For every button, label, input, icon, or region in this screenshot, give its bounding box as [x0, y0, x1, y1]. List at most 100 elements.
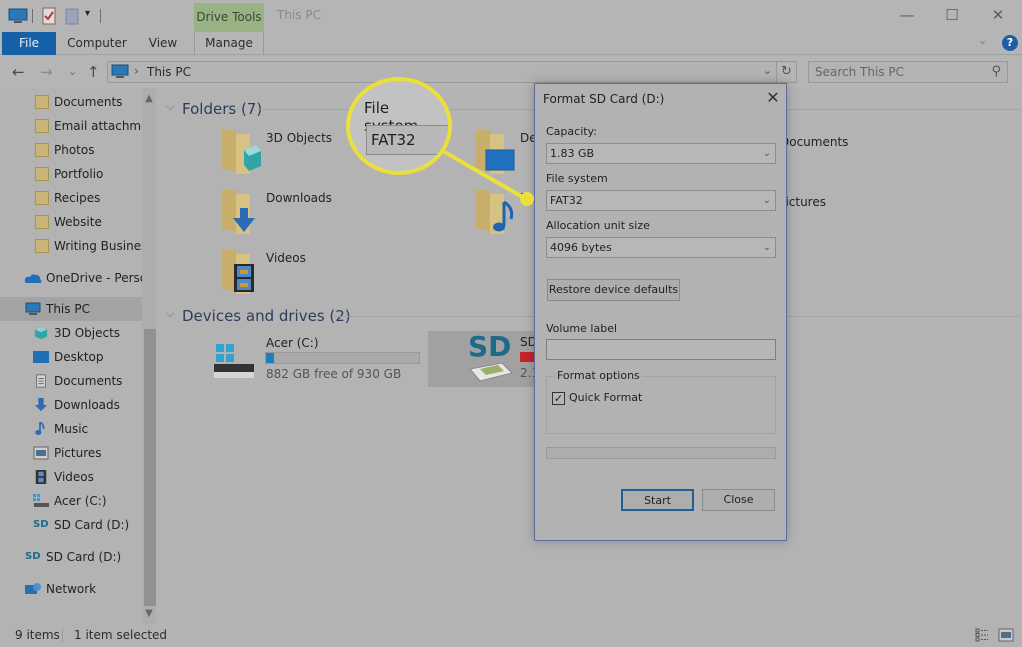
up-button[interactable]: ↑: [87, 63, 100, 81]
sidebar-item-recipes[interactable]: Recipes: [0, 186, 142, 210]
selection-count: 1 item selected: [74, 628, 168, 642]
folder-icon: [35, 191, 49, 205]
maximize-button[interactable]: ☐: [929, 4, 975, 26]
folder-icon: [35, 119, 49, 133]
sidebar-item-photos[interactable]: Photos: [0, 138, 142, 162]
ribbon-expand-icon[interactable]: ⌄: [978, 34, 987, 47]
sidebar-item-videos[interactable]: Videos: [0, 465, 142, 489]
drive-usage-bar: [265, 352, 420, 364]
folder-icon: [35, 143, 49, 157]
sidebar-item-sd-card[interactable]: SD SD Card (D:): [0, 545, 142, 569]
tab-file[interactable]: File: [2, 32, 56, 55]
sidebar-item-sd-card-child[interactable]: SD SD Card (D:): [0, 513, 142, 537]
item-count: 9 items: [15, 628, 60, 642]
quick-format-label[interactable]: Quick Format: [569, 391, 642, 404]
capacity-label: Capacity:: [546, 125, 597, 138]
quick-format-checkbox[interactable]: ✓: [552, 392, 565, 405]
folders-group-header[interactable]: Folders (7): [182, 100, 262, 118]
allocation-unit-label: Allocation unit size: [546, 219, 650, 232]
devices-group-header[interactable]: Devices and drives (2): [182, 307, 351, 325]
address-dropdown-icon[interactable]: ⌄: [763, 64, 772, 77]
sidebar-item-acer-c[interactable]: Acer (C:): [0, 489, 142, 513]
sidebar-item-downloads[interactable]: Downloads: [0, 393, 142, 417]
sidebar-item-email-attachments[interactable]: Email attachmer: [0, 114, 142, 138]
properties-icon[interactable]: [40, 7, 58, 25]
breadcrumb-this-pc[interactable]: This PC: [147, 65, 191, 79]
address-bar[interactable]: › This PC ⌄: [107, 61, 777, 83]
drive-tile-sd-card[interactable]: SD SD Card (D:) 2.1: [428, 330, 539, 387]
dialog-close-icon[interactable]: ✕: [763, 88, 783, 107]
desktop-folder-icon: [476, 130, 515, 174]
drive-tile-acer-c[interactable]: Acer (C:) 882 GB free of 930 GB: [210, 332, 422, 388]
status-separator: [62, 629, 63, 642]
forward-button[interactable]: →: [40, 63, 53, 81]
restore-defaults-button[interactable]: Restore device defaults: [547, 279, 680, 301]
minimize-button[interactable]: —: [884, 4, 930, 26]
format-options-label: Format options: [555, 369, 642, 382]
scroll-down-arrow[interactable]: ▼: [142, 608, 156, 619]
sidebar-item-this-pc[interactable]: This PC: [0, 297, 142, 321]
navigation-pane: Documents Email attachmer Photos Portfol…: [0, 88, 158, 624]
collapse-folders-icon[interactable]: ⌵: [166, 100, 174, 114]
computer-icon[interactable]: [8, 7, 28, 25]
tab-manage[interactable]: Manage: [194, 32, 264, 55]
network-icon: [25, 583, 41, 594]
downloads-icon: [34, 398, 48, 412]
card-reader-icon: [469, 362, 513, 382]
folder-tile-videos[interactable]: Videos: [220, 248, 460, 304]
title-bar: ▾ Drive Tools This PC — ☐ ✕: [0, 0, 1022, 32]
window-title: This PC: [277, 8, 321, 22]
search-input[interactable]: [815, 64, 983, 80]
folder-tile-desktop[interactable]: Desktop: [474, 128, 534, 184]
desktop-icon: [33, 351, 49, 363]
new-folder-icon[interactable]: [64, 7, 80, 25]
capacity-select[interactable]: 1.83 GB ⌄: [546, 143, 776, 164]
sidebar-item-writing-business[interactable]: Writing Business: [0, 234, 142, 258]
volume-label-input[interactable]: [546, 339, 776, 360]
scroll-up-arrow[interactable]: ▲: [142, 93, 156, 104]
details-view-icon[interactable]: [975, 628, 989, 642]
quick-access-separator: [32, 9, 33, 23]
folder-tile-documents[interactable]: Documents: [780, 135, 1020, 149]
search-icon[interactable]: ⚲: [991, 64, 1001, 79]
sidebar-item-music[interactable]: Music: [0, 417, 142, 441]
customize-dropdown-icon[interactable]: ▾: [85, 8, 90, 19]
help-icon[interactable]: ?: [1002, 35, 1018, 51]
documents-icon: [36, 374, 46, 388]
chevron-down-icon: ⌄: [762, 148, 771, 159]
search-box[interactable]: ⚲: [808, 61, 1008, 83]
sidebar-scrollbar-thumb[interactable]: [144, 329, 156, 606]
large-icons-view-icon[interactable]: [998, 628, 1014, 642]
close-window-button[interactable]: ✕: [975, 4, 1021, 26]
ribbon-tabs: File Computer View Manage ⌄ ?: [0, 32, 1022, 55]
drive-c-icon: [33, 494, 49, 507]
folder-tile-pictures[interactable]: Pictures: [786, 195, 826, 209]
sidebar-item-website[interactable]: Website: [0, 210, 142, 234]
sidebar-item-desktop[interactable]: Desktop: [0, 345, 142, 369]
sidebar-item-3d-objects[interactable]: 3D Objects: [0, 321, 142, 345]
sidebar-item-documents-quick[interactable]: Documents: [0, 90, 142, 114]
breadcrumb-separator: ›: [134, 64, 139, 78]
collapse-devices-icon[interactable]: ⌵: [166, 307, 174, 321]
back-button[interactable]: ←: [12, 63, 25, 81]
refresh-button[interactable]: ↻: [777, 61, 797, 83]
quick-access-separator: [100, 9, 101, 23]
sidebar-item-pictures[interactable]: Pictures: [0, 441, 142, 465]
start-button[interactable]: Start: [621, 489, 694, 511]
recent-locations-button[interactable]: ⌄: [68, 65, 77, 78]
sidebar-item-network[interactable]: Network: [0, 577, 142, 601]
file-system-select[interactable]: FAT32 ⌄: [546, 190, 776, 211]
sidebar-item-onedrive[interactable]: OneDrive - Persor: [0, 266, 142, 290]
tab-view[interactable]: View: [140, 32, 186, 55]
close-button[interactable]: Close: [702, 489, 775, 511]
music-folder-icon: [476, 190, 514, 234]
sidebar-item-documents[interactable]: Documents: [0, 369, 142, 393]
sd-card-icon: SD: [25, 551, 41, 562]
tab-computer[interactable]: Computer: [62, 32, 132, 55]
this-pc-icon: [25, 302, 41, 315]
allocation-unit-select[interactable]: 4096 bytes ⌄: [546, 237, 776, 258]
folder-tile-downloads[interactable]: Downloads: [220, 188, 460, 244]
sidebar-item-portfolio[interactable]: Portfolio: [0, 162, 142, 186]
format-dialog: Format SD Card (D:) ✕ Capacity: 1.83 GB …: [534, 83, 787, 541]
format-options-group: Format options ✓ Quick Format: [546, 369, 776, 434]
